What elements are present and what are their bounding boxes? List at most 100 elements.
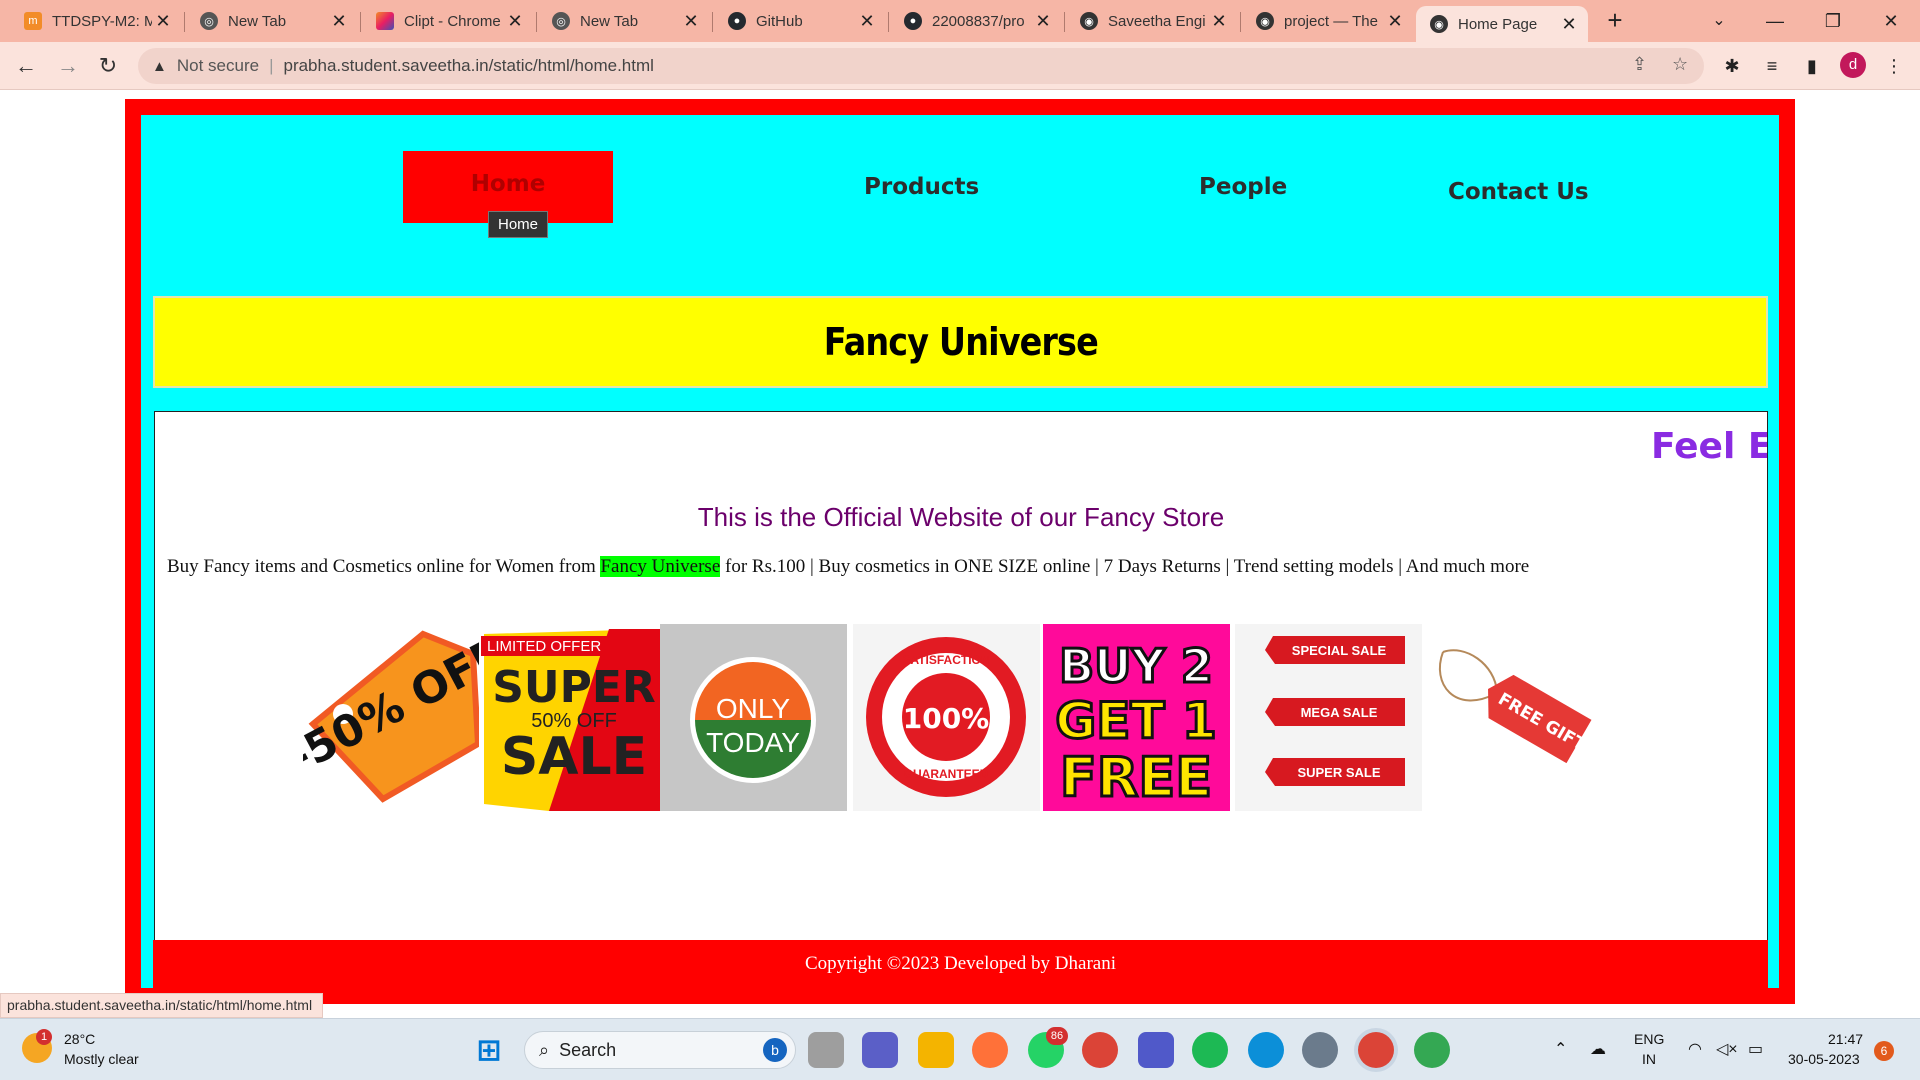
notification-badge[interactable]: 6 bbox=[1874, 1041, 1894, 1061]
close-tab-icon[interactable]: ✕ bbox=[856, 11, 878, 32]
close-tab-icon[interactable]: ✕ bbox=[680, 11, 702, 32]
browser-tab[interactable]: ◉ project — The ✕ bbox=[1242, 6, 1414, 36]
browser-tab[interactable]: ● 22008837/pro ✕ bbox=[890, 6, 1062, 36]
svg-text:SPECIAL SALE: SPECIAL SALE bbox=[1292, 643, 1387, 658]
teams-chat-icon[interactable] bbox=[862, 1032, 898, 1068]
browser-tab[interactable]: ◎ New Tab ✕ bbox=[538, 6, 710, 36]
network-alert-icon[interactable]: ☁ bbox=[1590, 1039, 1606, 1059]
svg-text:LIMITED OFFER: LIMITED OFFER bbox=[487, 638, 601, 655]
svg-text:SUPER: SUPER bbox=[492, 662, 656, 713]
browser-tab[interactable]: m TTDSPY-M2: M ✕ bbox=[10, 6, 182, 36]
forward-icon[interactable]: → bbox=[54, 52, 82, 80]
chrome-alt-icon[interactable] bbox=[1414, 1032, 1450, 1068]
svg-text:100%: 100% bbox=[903, 702, 990, 735]
browser-tab-strip: m TTDSPY-M2: M ✕ ◎ New Tab ✕ Clipt - Chr… bbox=[0, 0, 1920, 42]
official-heading: This is the Official Website of our Fanc… bbox=[697, 502, 1225, 532]
svg-text:SATISFACTION: SATISFACTION bbox=[902, 653, 989, 667]
site-title: Fancy Universe bbox=[823, 320, 1098, 364]
page-footer: Copyright ©2023 Developed by Dharani bbox=[153, 940, 1768, 988]
close-tab-icon[interactable]: ✕ bbox=[504, 11, 526, 32]
warning-icon[interactable]: ▲ bbox=[152, 58, 167, 75]
minimize-button[interactable]: — bbox=[1752, 6, 1798, 36]
windows-start-icon[interactable]: ⊞ bbox=[471, 1032, 507, 1068]
promo-image-only-today: ONLY TODAY bbox=[660, 624, 847, 811]
clock-time[interactable]: 21:47 bbox=[1828, 1031, 1863, 1047]
language-label[interactable]: ENG bbox=[1634, 1031, 1664, 1047]
browser-tab[interactable]: ◉ Saveetha Engi ✕ bbox=[1066, 6, 1238, 36]
new-tab-button[interactable]: + bbox=[1600, 6, 1630, 36]
nav-contact-link[interactable]: Contact Us bbox=[1448, 179, 1589, 205]
browser-tab[interactable]: ◎ New Tab ✕ bbox=[186, 6, 358, 36]
close-tab-icon[interactable]: ✕ bbox=[1032, 11, 1054, 32]
svg-text:SUPER SALE: SUPER SALE bbox=[1297, 765, 1380, 780]
extensions-icon[interactable]: ✱ bbox=[1718, 52, 1746, 80]
chrome-icon[interactable] bbox=[1082, 1032, 1118, 1068]
region-label[interactable]: IN bbox=[1642, 1051, 1656, 1067]
nav-products-link[interactable]: Products bbox=[864, 174, 979, 200]
url-text[interactable]: prabha.student.saveetha.in/static/html/h… bbox=[283, 56, 653, 76]
profile-avatar[interactable]: d bbox=[1840, 52, 1866, 78]
page-container: Home Products People Contact Us Home Fan… bbox=[141, 115, 1779, 988]
browser-tab-active[interactable]: ◉ Home Page ✕ bbox=[1416, 6, 1588, 42]
side-panel-icon[interactable]: ▮ bbox=[1798, 52, 1826, 80]
weather-badge: 1 bbox=[36, 1029, 52, 1045]
wifi-icon[interactable]: ◠ bbox=[1688, 1039, 1702, 1059]
tray-chevron-icon[interactable]: ⌃ bbox=[1554, 1039, 1567, 1059]
chrome-icon: ◎ bbox=[552, 12, 570, 30]
close-tab-icon[interactable]: ✕ bbox=[328, 11, 350, 32]
svg-text:FREE: FREE bbox=[1060, 746, 1212, 809]
promo-image-free-gift: FREE GIFT bbox=[1425, 624, 1612, 811]
settings-icon[interactable] bbox=[1302, 1032, 1338, 1068]
svg-text:BUY 2: BUY 2 bbox=[1059, 639, 1213, 693]
battery-icon[interactable]: ▭ bbox=[1748, 1039, 1763, 1059]
reload-icon[interactable]: ↻ bbox=[94, 52, 122, 80]
whatsapp-badge: 86 bbox=[1046, 1027, 1068, 1045]
address-bar[interactable]: ▲ Not secure | prabha.student.saveetha.i… bbox=[138, 48, 1704, 84]
svg-text:MEGA SALE: MEGA SALE bbox=[1301, 705, 1378, 720]
taskbar-search[interactable]: ⌕ Search b bbox=[524, 1031, 796, 1069]
media-controls-icon[interactable]: ≡ bbox=[1758, 52, 1786, 80]
restore-button[interactable]: ❐ bbox=[1810, 6, 1856, 36]
file-explorer-icon[interactable] bbox=[918, 1032, 954, 1068]
chrome-profile-icon[interactable] bbox=[1358, 1032, 1394, 1068]
svg-text:ONLY: ONLY bbox=[716, 693, 790, 724]
back-icon[interactable]: ← bbox=[12, 52, 40, 80]
marquee-text: Feel E bbox=[1651, 426, 1768, 467]
browser-toolbar: ← → ↻ ▲ Not secure | prabha.student.save… bbox=[0, 42, 1920, 90]
browser-tab[interactable]: ● GitHub ✕ bbox=[714, 6, 886, 36]
task-view-icon[interactable] bbox=[808, 1032, 844, 1068]
nav-people-link[interactable]: People bbox=[1199, 174, 1287, 200]
security-label[interactable]: Not secure bbox=[177, 56, 259, 76]
weather-temp[interactable]: 28°C bbox=[64, 1031, 95, 1047]
tooltip: Home bbox=[488, 211, 549, 238]
page-outer-border: Home Products People Contact Us Home Fan… bbox=[125, 99, 1795, 1004]
close-tab-icon[interactable]: ✕ bbox=[1558, 14, 1580, 35]
share-icon[interactable]: ⇪ bbox=[1632, 54, 1647, 75]
menu-icon[interactable]: ⋮ bbox=[1880, 52, 1908, 80]
github-icon: ● bbox=[904, 12, 922, 30]
moodle-icon: m bbox=[24, 12, 42, 30]
globe-icon: ◉ bbox=[1080, 12, 1098, 30]
promo-image-satisfaction: SATISFACTION 100% GUARANTEED bbox=[853, 624, 1040, 811]
description-text: Buy Fancy items and Cosmetics online for… bbox=[167, 556, 1530, 577]
firefox-icon[interactable] bbox=[972, 1032, 1008, 1068]
bing-icon[interactable]: b bbox=[763, 1038, 787, 1062]
promo-image-super-sale: LIMITED OFFER SUPER 50% OFF SALE bbox=[479, 624, 666, 811]
close-tab-icon[interactable]: ✕ bbox=[152, 11, 174, 32]
clock-date[interactable]: 30-05-2023 bbox=[1788, 1051, 1860, 1067]
volume-muted-icon[interactable]: ◁× bbox=[1716, 1039, 1738, 1059]
bookmark-star-icon[interactable]: ☆ bbox=[1672, 54, 1688, 75]
close-window-button[interactable]: ✕ bbox=[1868, 6, 1914, 36]
spotify-icon[interactable] bbox=[1192, 1032, 1228, 1068]
weather-desc[interactable]: Mostly clear bbox=[64, 1051, 139, 1067]
browser-tab[interactable]: Clipt - Chrome ✕ bbox=[362, 6, 534, 36]
teams-icon[interactable] bbox=[1138, 1032, 1174, 1068]
promo-image-50-off: -50% OFF bbox=[303, 624, 490, 811]
chrome-icon: ◎ bbox=[200, 12, 218, 30]
close-tab-icon[interactable]: ✕ bbox=[1208, 11, 1230, 32]
edge-icon[interactable] bbox=[1248, 1032, 1284, 1068]
close-tab-icon[interactable]: ✕ bbox=[1384, 11, 1406, 32]
svg-text:TODAY: TODAY bbox=[706, 727, 800, 758]
tab-search-icon[interactable]: ⌄ bbox=[1696, 6, 1742, 36]
github-icon: ● bbox=[728, 12, 746, 30]
